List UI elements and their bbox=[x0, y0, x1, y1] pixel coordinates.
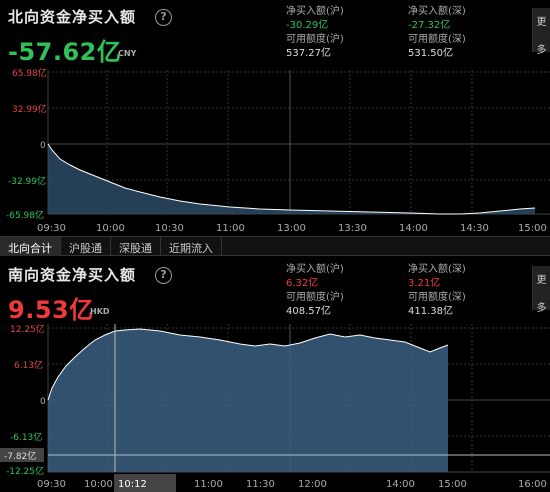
north-stat-value-3: 537.27亿 bbox=[286, 48, 331, 59]
south-xtick-6: 12:00 bbox=[298, 479, 327, 490]
crosshair-value: -7.82亿 bbox=[4, 450, 36, 462]
south-stat-label-2: 净买入额(深) bbox=[408, 264, 466, 275]
north-xtick-2: 10:00 bbox=[96, 223, 125, 234]
north-xtick-4: 11:00 bbox=[216, 223, 245, 234]
north-ytick-5: -65.98亿 bbox=[6, 209, 44, 221]
north-stat-label-3: 可用额度(沪) bbox=[286, 34, 344, 45]
south-title: 南向资金净买入额 bbox=[8, 266, 137, 284]
south-chart[interactable]: 12.25亿 6.13亿 0 -6.13亿 -12.25亿 -7.82亿 09:… bbox=[0, 322, 550, 492]
south-stat-label-4: 可用额度(深) bbox=[408, 292, 466, 303]
north-currency: CNY bbox=[118, 49, 137, 58]
north-ytick-1: 65.98亿 bbox=[12, 67, 47, 79]
north-stat-value-2: -27.32亿 bbox=[408, 20, 451, 31]
north-xtick-1: 09:30 bbox=[37, 223, 66, 234]
help-icon[interactable]: ? bbox=[155, 267, 172, 284]
south-area bbox=[48, 329, 448, 472]
north-title: 北向资金净买入额 bbox=[8, 8, 137, 26]
south-net-value: 9.53亿 bbox=[8, 296, 94, 324]
north-stat-label-2: 净买入额(深) bbox=[408, 6, 466, 17]
north-xtick-7: 14:00 bbox=[399, 223, 428, 234]
more-button-label: 更多 bbox=[536, 17, 547, 56]
south-currency: HKD bbox=[90, 307, 110, 316]
south-xtick-8: 15:00 bbox=[438, 479, 467, 490]
south-xtick-7: 14:00 bbox=[386, 479, 415, 490]
south-xtick-4: 11:00 bbox=[194, 479, 223, 490]
tab-north-total[interactable]: 北向合计 bbox=[0, 237, 61, 256]
tab-shenzhen-connect[interactable]: 深股通 bbox=[111, 237, 161, 256]
south-ytick-2: 6.13亿 bbox=[14, 359, 43, 371]
market-tabs: 北向合计 沪股通 深股通 近期流入 bbox=[0, 236, 550, 256]
south-stat-label-3: 可用额度(沪) bbox=[286, 292, 344, 303]
south-ytick-4: -6.13亿 bbox=[10, 431, 42, 443]
north-ytick-2: 32.99亿 bbox=[12, 103, 47, 115]
more-button[interactable]: 更多 bbox=[532, 266, 550, 314]
north-xtick-3: 10:30 bbox=[155, 223, 184, 234]
south-xtick-2: 10:00 bbox=[84, 479, 113, 490]
crosshair-time: 10:12 bbox=[118, 479, 147, 490]
north-xtick-9: 15:00 bbox=[518, 223, 547, 234]
north-stat-label-4: 可用额度(深) bbox=[408, 34, 466, 45]
south-stat-value-3: 408.57亿 bbox=[286, 306, 331, 317]
north-header: 北向资金净买入额 ? -57.62亿 CNY 净买入额(沪) -30.29亿 净… bbox=[0, 0, 550, 66]
south-stat-value-4: 411.38亿 bbox=[408, 306, 453, 317]
tab-recent-inflow[interactable]: 近期流入 bbox=[161, 237, 222, 256]
more-button[interactable]: 更多 bbox=[532, 8, 550, 56]
south-xtick-1: 09:30 bbox=[37, 479, 66, 490]
north-xtick-8: 14:30 bbox=[460, 223, 489, 234]
south-ytick-1: 12.25亿 bbox=[10, 323, 45, 335]
south-stat-value-2: 3.21亿 bbox=[408, 278, 441, 289]
south-ytick-3: 0 bbox=[40, 397, 46, 407]
north-stat-label-1: 净买入额(沪) bbox=[286, 6, 344, 17]
help-icon[interactable]: ? bbox=[155, 9, 172, 26]
south-xtick-5: 11:30 bbox=[246, 479, 275, 490]
north-stat-value-4: 531.50亿 bbox=[408, 48, 453, 59]
north-xtick-6: 13:30 bbox=[338, 223, 367, 234]
south-header: 南向资金净买入额 ? 9.53亿 HKD 净买入额(沪) 6.32亿 净买入额(… bbox=[0, 258, 550, 324]
north-xtick-5: 13:00 bbox=[277, 223, 306, 234]
north-stat-value-1: -30.29亿 bbox=[286, 20, 329, 31]
north-net-value: -57.62亿 bbox=[8, 38, 122, 66]
north-ytick-3: 0 bbox=[40, 141, 46, 151]
south-stat-label-1: 净买入额(沪) bbox=[286, 264, 344, 275]
south-xtick-9: 16:00 bbox=[518, 479, 547, 490]
south-stat-value-1: 6.32亿 bbox=[286, 278, 319, 289]
south-ytick-5: -12.25亿 bbox=[6, 465, 44, 477]
north-area bbox=[48, 144, 535, 214]
tab-shanghai-connect[interactable]: 沪股通 bbox=[61, 237, 111, 256]
north-ytick-4: -32.99亿 bbox=[8, 175, 46, 187]
more-button-label: 更多 bbox=[536, 275, 547, 314]
north-chart[interactable]: 65.98亿 32.99亿 0 -32.99亿 -65.98亿 09:30 10… bbox=[0, 64, 550, 236]
